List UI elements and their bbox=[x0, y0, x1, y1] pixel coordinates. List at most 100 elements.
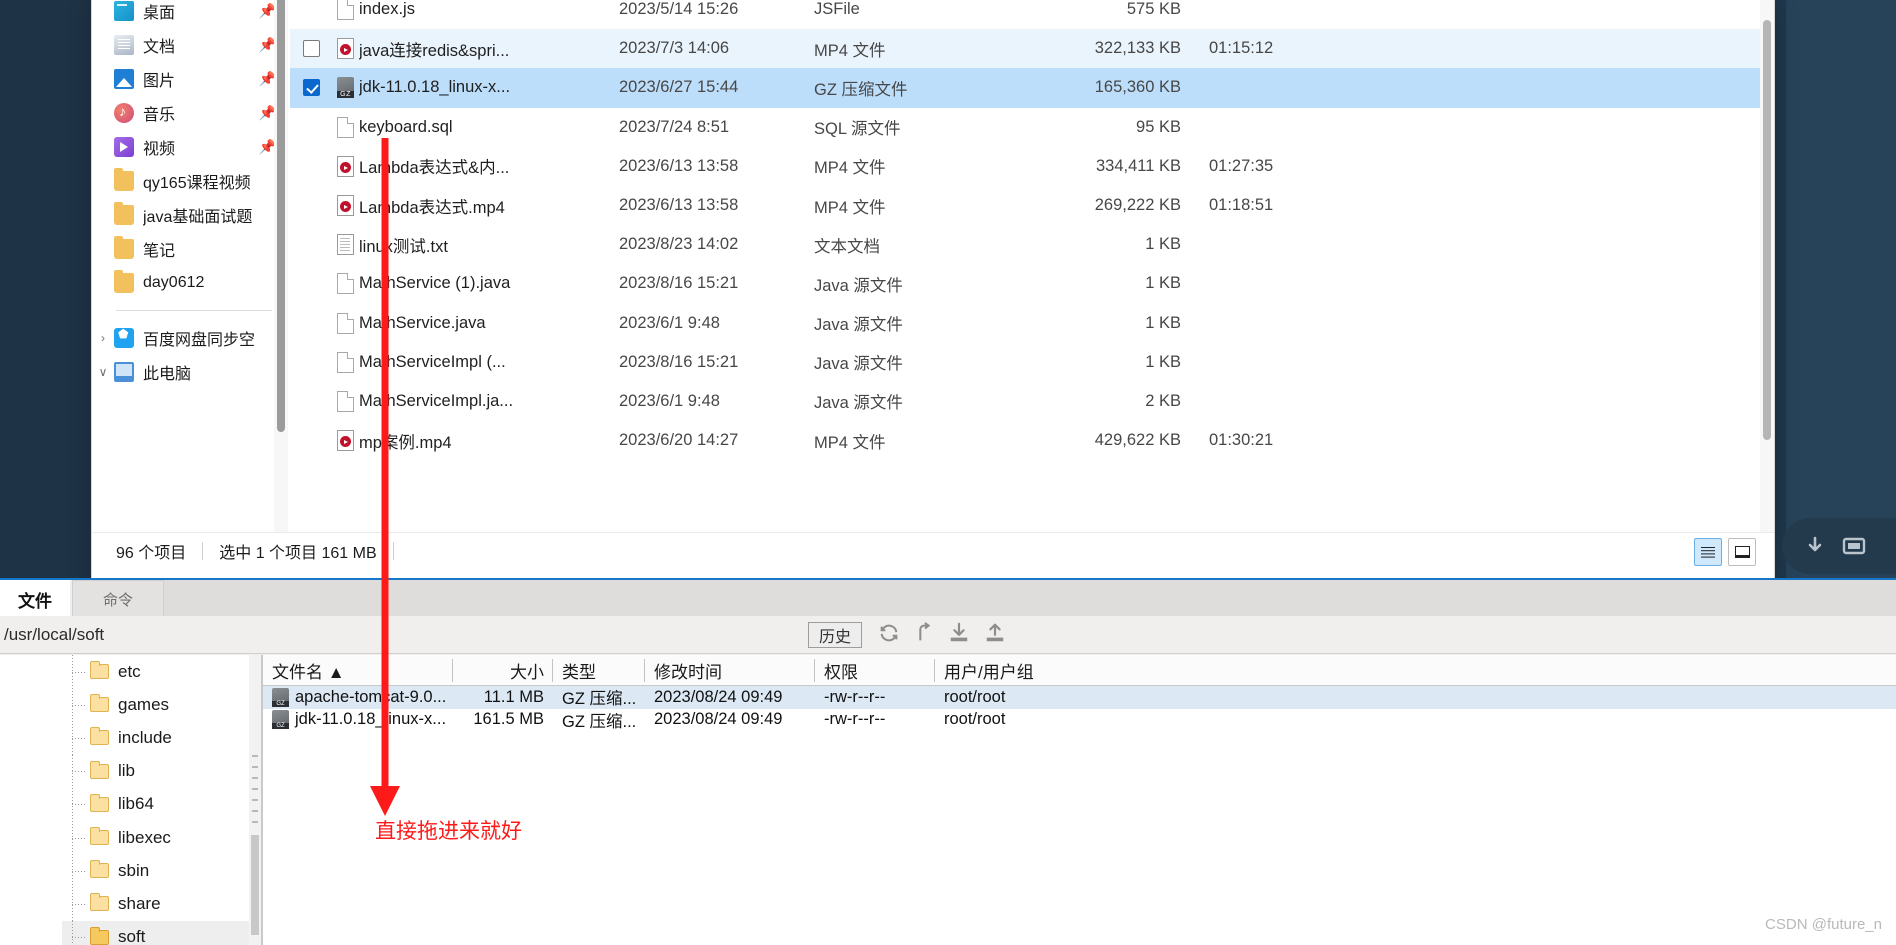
refresh-icon[interactable] bbox=[878, 622, 900, 649]
file-list-scroll-thumb[interactable] bbox=[1763, 20, 1771, 440]
details-view-button[interactable] bbox=[1694, 538, 1722, 566]
mp4-icon bbox=[337, 38, 354, 60]
tree-item-lib[interactable]: lib bbox=[62, 754, 261, 788]
tree-item-sbin[interactable]: sbin bbox=[62, 854, 261, 888]
file-name: index.js bbox=[359, 0, 415, 19]
table-row[interactable]: Lambda表达式.mp4 2023/6/13 13:58 MP4 文件 269… bbox=[290, 186, 1774, 225]
history-button[interactable]: 历史 bbox=[808, 622, 862, 648]
table-row[interactable]: mp案例.mp4 2023/6/20 14:27 MP4 文件 429,622 … bbox=[290, 421, 1774, 460]
nav-item-notes[interactable]: 笔记 bbox=[92, 232, 290, 266]
file-list-scrollbar[interactable] bbox=[1760, 0, 1774, 560]
desktop-right-strip bbox=[1786, 0, 1896, 580]
column-header-type[interactable]: 类型 bbox=[552, 655, 644, 686]
tree-scroll-thumb[interactable] bbox=[251, 835, 259, 935]
column-header-filename[interactable]: 文件名 ▲ bbox=[262, 655, 452, 686]
tree-item-label: etc bbox=[118, 661, 141, 681]
tree-item-games[interactable]: games bbox=[62, 688, 261, 722]
navigation-pane[interactable]: 桌面 📌 文档 📌 图片 📌 音乐 📌 视频 📌 qy165课程视频 bbox=[92, 0, 290, 560]
floating-toolbar[interactable] bbox=[1782, 518, 1896, 574]
table-row[interactable]: MathService (1).java 2023/8/16 15:21 Jav… bbox=[290, 264, 1774, 303]
nav-item-java-interview[interactable]: java基础面试题 bbox=[92, 198, 290, 232]
remote-file-name: jdk-11.0.18_linux-x... bbox=[295, 710, 447, 729]
remote-file-name-cell: apache-tomcat-9.0... bbox=[262, 686, 452, 709]
table-row[interactable]: linux测试.txt 2023/8/23 14:02 文本文档 1 KB bbox=[290, 225, 1774, 264]
nav-item-label: 文档 bbox=[143, 39, 176, 56]
file-name: linux测试.txt bbox=[359, 237, 448, 256]
file-icon-cell bbox=[332, 155, 359, 177]
nav-item-pictures[interactable]: 图片 📌 bbox=[92, 62, 290, 96]
table-row[interactable]: MathServiceImpl (... 2023/8/16 15:21 Jav… bbox=[290, 343, 1774, 382]
table-row[interactable]: Lambda表达式&内... 2023/6/13 13:58 MP4 文件 33… bbox=[290, 147, 1774, 186]
tree-item-lib64[interactable]: lib64 bbox=[62, 787, 261, 822]
nav-item-videos[interactable]: 视频 📌 bbox=[92, 130, 290, 164]
document-icon bbox=[114, 35, 134, 55]
table-row[interactable]: MathServiceImpl.ja... 2023/6/1 9:48 Java… bbox=[290, 382, 1774, 421]
sftp-toolbar[interactable] bbox=[878, 622, 1006, 649]
nav-item-qy165[interactable]: qy165课程视频 bbox=[92, 164, 290, 198]
tree-item-label: libexec bbox=[118, 827, 171, 847]
chevron-right-icon[interactable]: › bbox=[96, 331, 110, 345]
tree-item-etc[interactable]: etc bbox=[62, 655, 261, 689]
tree-scrollbar[interactable] bbox=[249, 655, 261, 945]
table-row[interactable]: index.js 2023/5/14 15:26 JSFile 575 KB bbox=[290, 0, 1774, 29]
nav-item-baidu-netdisk[interactable]: › 百度网盘同步空 bbox=[92, 321, 290, 355]
download-icon[interactable] bbox=[948, 622, 970, 649]
tree-item-share[interactable]: share bbox=[62, 887, 261, 921]
file-list[interactable]: index.js 2023/5/14 15:26 JSFile 575 KB j… bbox=[290, 0, 1774, 560]
table-row[interactable]: MathService.java 2023/6/1 9:48 Java 源文件 … bbox=[290, 304, 1774, 343]
tab-command[interactable]: 命令 bbox=[72, 580, 164, 618]
row-checkbox[interactable] bbox=[302, 40, 320, 58]
nav-item-documents[interactable]: 文档 📌 bbox=[92, 28, 290, 62]
window-icon[interactable] bbox=[1842, 536, 1866, 556]
file-size: 95 KB bbox=[1136, 117, 1181, 136]
nav-item-music[interactable]: 音乐 📌 bbox=[92, 96, 290, 130]
pictures-icon bbox=[114, 69, 134, 89]
table-row[interactable]: jdk-11.0.18_linux-x... 161.5 MB GZ 压缩...… bbox=[262, 709, 1896, 732]
row-checkbox-checked[interactable] bbox=[302, 79, 320, 97]
nav-scroll-thumb[interactable] bbox=[277, 0, 285, 432]
tree-item-soft[interactable]: soft bbox=[62, 920, 261, 945]
file-type: MP4 文件 bbox=[814, 198, 886, 217]
file-name: java连接redis&spri... bbox=[359, 41, 510, 60]
nav-item-desktop[interactable]: 桌面 📌 bbox=[92, 0, 290, 28]
tree-item-include[interactable]: include bbox=[62, 721, 261, 755]
large-icons-view-button[interactable] bbox=[1728, 538, 1756, 566]
file-size: 165,360 KB bbox=[1094, 78, 1181, 97]
column-header-mtime[interactable]: 修改时间 bbox=[644, 655, 814, 686]
sftp-left-gutter bbox=[0, 655, 62, 945]
remote-directory-tree[interactable]: etc games include lib lib64 libexec sbin… bbox=[62, 655, 262, 945]
row-checkbox-cell[interactable] bbox=[290, 79, 332, 97]
table-header[interactable]: 文件名 ▲ 大小 类型 修改时间 权限 用户/用户组 bbox=[262, 655, 1896, 686]
column-header-user-group[interactable]: 用户/用户组 bbox=[934, 655, 1074, 686]
folder-icon bbox=[114, 202, 134, 225]
file-icon-cell bbox=[332, 273, 359, 295]
table-row[interactable]: java连接redis&spri... 2023/7/3 14:06 MP4 文… bbox=[290, 29, 1774, 69]
table-row[interactable]: keyboard.sql 2023/7/24 8:51 SQL 源文件 95 K… bbox=[290, 108, 1774, 147]
table-row[interactable]: apache-tomcat-9.0... 11.1 MB GZ 压缩... 20… bbox=[262, 686, 1896, 709]
upload-icon[interactable] bbox=[984, 622, 1006, 649]
table-row-selected[interactable]: jdk-11.0.18_linux-x... 2023/6/27 15:44 G… bbox=[290, 68, 1774, 108]
nav-item-day0612[interactable]: day0612 bbox=[92, 266, 290, 300]
file-type: Java 源文件 bbox=[814, 276, 903, 295]
nav-item-this-pc[interactable]: ∨ 此电脑 bbox=[92, 355, 290, 389]
remote-file-user-group: root/root bbox=[944, 710, 1006, 729]
download-arrow-icon[interactable] bbox=[1804, 535, 1826, 557]
page-icon bbox=[337, 0, 354, 21]
tab-file[interactable]: 文件 bbox=[0, 580, 70, 618]
file-icon-cell bbox=[332, 312, 359, 334]
nav-scrollbar[interactable] bbox=[274, 0, 288, 560]
upload-arrow-icon[interactable] bbox=[914, 622, 934, 649]
row-checkbox-cell[interactable] bbox=[290, 40, 332, 58]
chevron-down-icon[interactable]: ∨ bbox=[96, 365, 110, 379]
folder-icon bbox=[90, 694, 109, 713]
folder-icon bbox=[114, 236, 134, 259]
view-mode-buttons[interactable] bbox=[1694, 538, 1756, 566]
file-size: 334,411 KB bbox=[1095, 156, 1181, 175]
remote-file-name-cell: jdk-11.0.18_linux-x... bbox=[262, 709, 452, 732]
sftp-tab-bar[interactable]: 文件 命令 bbox=[0, 578, 1896, 618]
page-icon bbox=[337, 390, 354, 412]
column-header-size[interactable]: 大小 bbox=[452, 655, 552, 686]
tree-item-libexec[interactable]: libexec bbox=[62, 820, 261, 855]
remote-file-table[interactable]: 文件名 ▲ 大小 类型 修改时间 权限 用户/用户组 apache-tomcat… bbox=[262, 655, 1896, 945]
column-header-permissions[interactable]: 权限 bbox=[814, 655, 934, 686]
